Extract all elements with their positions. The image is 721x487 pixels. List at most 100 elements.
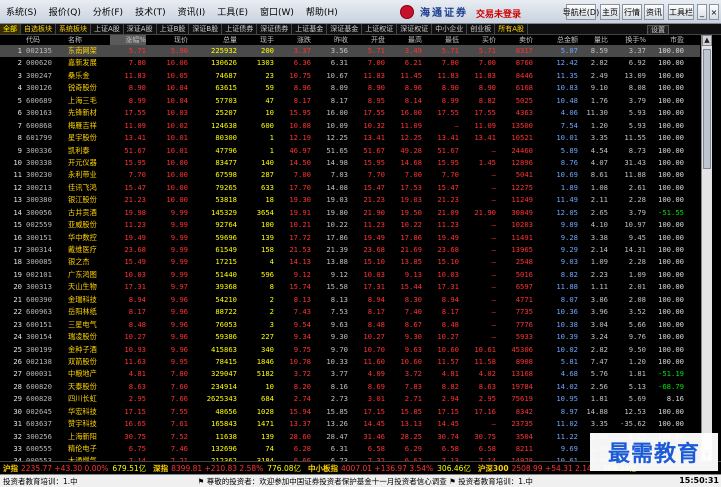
- market-tab[interactable]: 所有A股: [495, 24, 529, 34]
- table-cell: 10.02: [556, 344, 578, 354]
- market-tab[interactable]: 全部: [0, 24, 21, 34]
- table-row[interactable]: 26 002138 双箭股份 11.63 9.95 78415 1846 10.78 10.33…: [0, 356, 700, 368]
- close-icon[interactable]: ×: [709, 4, 719, 20]
- menu-item[interactable]: 报价(Q): [43, 5, 87, 18]
- column-header[interactable]: 现手: [240, 35, 274, 45]
- column-header[interactable]: 最低: [425, 35, 459, 45]
- market-tab[interactable]: 上证基金: [292, 24, 328, 34]
- menu-item[interactable]: 帮助(H): [300, 5, 344, 18]
- table-row[interactable]: 27 000031 中粮地产 4.81 7.80 329047 5182 3.72 3.77 4.…: [0, 368, 700, 380]
- home-button[interactable]: 主页: [600, 4, 620, 20]
- column-header[interactable]: 代码: [26, 35, 64, 45]
- table-row[interactable]: 31 603637 赞宇科技 16.65 7.61 165843 1471 13.37 13.2…: [0, 418, 700, 430]
- column-header[interactable]: 涨幅%: [110, 35, 146, 45]
- column-header[interactable]: 最高: [388, 35, 422, 45]
- table-row[interactable]: 9 300336 凯利泰 51.67 10.01 47796 1 46.97 51.65 51.6…: [0, 145, 700, 157]
- table-cell: 19.49: [363, 232, 385, 242]
- vertical-scrollbar[interactable]: ▲ ▼: [701, 35, 712, 461]
- market-tab[interactable]: 上证权证: [362, 24, 398, 34]
- table-cell: 8.82: [560, 269, 578, 279]
- menu-item[interactable]: 技术(T): [129, 5, 172, 18]
- table-row[interactable]: 15 002559 亚威股份 11.23 9.99 92764 100 10.21 10.22 1…: [0, 219, 700, 231]
- table-row[interactable]: 19 002101 广东鸿图 10.03 9.99 51440 596 9.12 9.12 10.…: [0, 269, 700, 281]
- table-row[interactable]: 29 600828 四川长虹 2.95 7.66 2625343 684 2.74 2.73 3.…: [0, 393, 700, 405]
- table-header: 代码 名称 涨幅% 现价 总量 现手 涨跌 昨收 开盘 最高 最低 买价 卖价 总金额 量比 换手% 市盈: [0, 35, 700, 45]
- table-cell: 3.72: [293, 369, 311, 379]
- index-name[interactable]: 深指: [153, 463, 168, 474]
- table-row[interactable]: 16 300151 华中数控 19.49 9.99 59696 139 17.72 17.86 1…: [0, 232, 700, 244]
- column-header[interactable]: 换手%: [612, 35, 646, 45]
- table-row[interactable]: 11 300230 永利带业 7.70 10.00 67598 287 7.00 7.03 7.7…: [0, 169, 700, 181]
- column-header[interactable]: 市盈: [650, 35, 684, 45]
- market-tab[interactable]: 深证权证: [397, 24, 433, 34]
- table-cell: 14.45: [437, 419, 459, 429]
- table-row[interactable]: 2 000620 嘉新发展 7.80 10.06 130626 1303 6.36 6.31 7.…: [0, 57, 700, 69]
- index-name[interactable]: 沪深300: [478, 463, 509, 474]
- tab-setting-button[interactable]: 设置: [647, 25, 669, 35]
- column-header[interactable]: 现价: [150, 35, 188, 45]
- index-name[interactable]: 沪指: [3, 463, 18, 474]
- table-cell: 4.06: [560, 108, 578, 118]
- table-cell: 7.00: [478, 58, 496, 68]
- table-row[interactable]: 12 300213 佳讯飞鸿 15.47 10.00 79265 633 17.70 14.08…: [0, 182, 700, 194]
- table-row[interactable]: 4 300126 锐奇股份 8.90 10.04 63615 59 8.96 8.09 8.90 8…: [0, 82, 700, 94]
- market-tab[interactable]: 深证债券: [257, 24, 293, 34]
- table-row[interactable]: 23 600151 三星电气 8.48 9.96 76053 3 9.54 9.63 8.48 8.…: [0, 319, 700, 331]
- table-row[interactable]: 10 300338 开元仪器 15.95 10.00 83477 140 14.50 14.98…: [0, 157, 700, 169]
- scroll-up-icon[interactable]: ▲: [702, 35, 712, 46]
- column-header[interactable]: 总金额: [536, 35, 578, 45]
- minimize-icon[interactable]: _: [697, 4, 707, 20]
- table-cell: 30.74: [437, 431, 459, 441]
- table-row[interactable]: 20 300313 天山生物 17.31 9.97 39368 8 15.74 15.58 17.…: [0, 281, 700, 293]
- market-tab[interactable]: 深证基金: [327, 24, 363, 34]
- table-row[interactable]: 8 601799 星宇股份 13.41 10.01 80300 1 12.19 12.25 13.…: [0, 132, 700, 144]
- market-tab[interactable]: 创业板: [467, 24, 496, 34]
- toolbar-button[interactable]: 工具栏: [668, 4, 694, 20]
- market-tab[interactable]: 上证债券: [222, 24, 258, 34]
- column-header[interactable]: 卖价: [499, 35, 533, 45]
- table-row[interactable]: 17 300314 戴维医疗 23.68 9.99 61549 158 21.53 21.39 2…: [0, 244, 700, 256]
- table-row[interactable]: 5 600689 上海三毛 8.99 10.04 57703 47 8.17 8.17 8.95 8…: [0, 95, 700, 107]
- column-header[interactable]: 昨收: [314, 35, 348, 45]
- column-header[interactable]: 涨跌: [277, 35, 311, 45]
- market-tab[interactable]: 深证B股: [189, 24, 223, 34]
- column-header[interactable]: 名称: [68, 35, 112, 45]
- news-button[interactable]: 资讯: [644, 4, 664, 20]
- table-cell: 17.55: [124, 108, 146, 118]
- table-row[interactable]: 14 300056 古井贡酒 19.98 9.99 145329 3654 19.91 19.8…: [0, 207, 700, 219]
- table-cell: 1.11: [590, 282, 608, 292]
- menu-item[interactable]: 系统(S): [0, 5, 43, 18]
- column-header[interactable]: 总量: [193, 35, 237, 45]
- nav-bar-button[interactable]: 导航栏(D): [563, 4, 599, 20]
- column-header[interactable]: 量比: [582, 35, 608, 45]
- table-row[interactable]: 1 002135 东南网架 5.71 5.90 225932 200 3.37 3.56 5.71…: [0, 45, 700, 58]
- market-tab[interactable]: 深证A股: [124, 24, 157, 34]
- quote-button[interactable]: 行情: [622, 4, 642, 20]
- trade-login-status[interactable]: 交易未登录: [476, 7, 521, 20]
- table-row[interactable]: 30 002645 华宏科技 17.15 7.55 48656 1028 15.94 15.85…: [0, 406, 700, 418]
- scroll-thumb[interactable]: [703, 49, 711, 169]
- table-row[interactable]: 7 600868 梅雁吉祥 11.09 10.02 124638 600 10.08 10.09…: [0, 120, 700, 132]
- news-ticker[interactable]: ⚑ 尊敬的投资者：欢迎参加中国证券投资者保护基金十一月投资者信心调查 ⚑ 投资者…: [198, 476, 533, 487]
- table-row[interactable]: 21 600390 金瑞科技 8.94 9.96 54210 2 8.13 8.13 8.94 8.…: [0, 294, 700, 306]
- market-tab[interactable]: 上证B股: [157, 24, 190, 34]
- market-tab[interactable]: 中小企业: [432, 24, 468, 34]
- table-row[interactable]: 24 300154 瑞凌股份 10.27 9.96 59386 227 9.34 9.30 10.…: [0, 331, 700, 343]
- menu-item[interactable]: 分析(F): [87, 5, 129, 18]
- menu-item[interactable]: 资讯(I): [172, 5, 212, 18]
- table-row[interactable]: 25 300199 金种子酒 10.93 9.96 415863 340 9.75 9.70 10…: [0, 344, 700, 356]
- column-header[interactable]: 开盘: [351, 35, 385, 45]
- table-row[interactable]: 13 300380 银江股份 21.23 10.00 53818 18 19.30 19.03 2…: [0, 194, 700, 206]
- market-tab[interactable]: 系统板块: [56, 24, 91, 34]
- table-row[interactable]: 6 300163 先锋新材 17.55 10.03 25207 10 15.95 16.00 17…: [0, 107, 700, 119]
- column-header[interactable]: 买价: [462, 35, 496, 45]
- market-tab[interactable]: 自选板块: [21, 24, 56, 34]
- table-row[interactable]: 18 300085 银之杰 15.49 9.99 17215 4 14.13 13.88 15.1…: [0, 256, 700, 268]
- menu-item[interactable]: 工具(E): [211, 5, 254, 18]
- index-name[interactable]: 中小板指: [308, 463, 338, 474]
- table-row[interactable]: 28 600820 天泰股份 8.63 7.60 234914 10 8.20 8.16 8.69…: [0, 381, 700, 393]
- market-tab[interactable]: 上证A股: [91, 24, 124, 34]
- table-row[interactable]: 22 600963 岳阳林纸 8.17 9.96 88722 2 7.43 7.53 8.17 7.…: [0, 306, 700, 318]
- table-row[interactable]: 3 300247 桑乐金 11.83 10.05 74687 23 10.75 10.67 11.…: [0, 70, 700, 82]
- menu-item[interactable]: 窗口(W): [254, 5, 300, 18]
